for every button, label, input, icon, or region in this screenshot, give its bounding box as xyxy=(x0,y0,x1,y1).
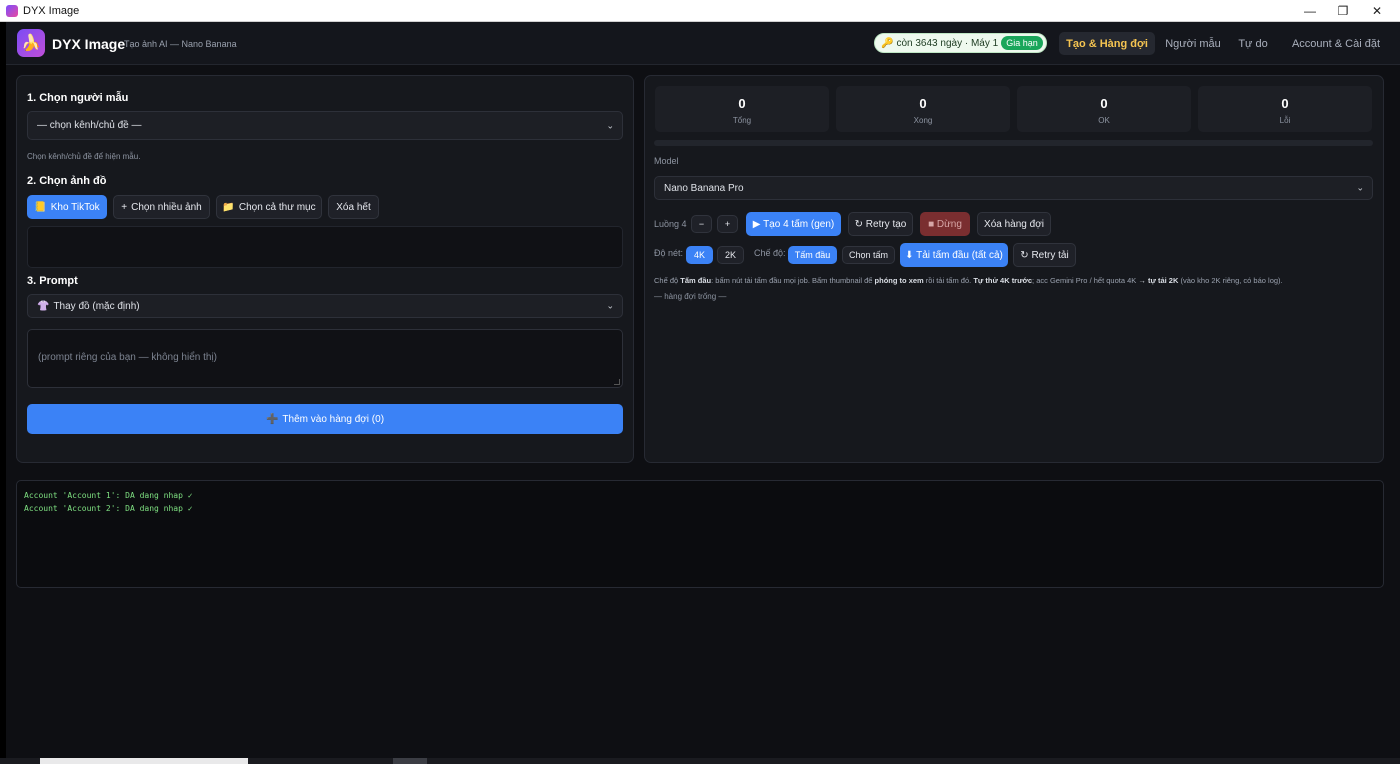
choose-folder-label: Chọn cả thư mục xyxy=(238,201,316,213)
section-choose-outfit-title: 2. Chọn ảnh đồ xyxy=(27,175,107,187)
resolution-label: Độ nét: xyxy=(654,248,684,258)
add-icon: ➕ xyxy=(265,413,279,425)
app-header: 🍌 DYX Image Tạo ảnh AI — Nano Banana 🔑 c… xyxy=(6,22,1400,65)
prompt-preset-value: Thay đồ (mặc định) xyxy=(53,300,140,312)
minimize-button[interactable]: — xyxy=(1293,0,1327,22)
stat-done-label: Xong xyxy=(913,116,933,125)
model-label: Model xyxy=(654,156,679,166)
stat-total: 0 Tổng xyxy=(655,86,829,132)
section-choose-model-title: 1. Chọn người mẫu xyxy=(27,92,129,104)
custom-prompt-textarea[interactable]: (prompt riêng của bạn — không hiển thị) xyxy=(27,329,623,388)
close-window-button[interactable]: ✕ xyxy=(1360,0,1394,22)
choose-multiple-images-button[interactable]: + Chọn nhiều ảnh xyxy=(113,195,210,219)
stat-done: 0 Xong xyxy=(836,86,1010,132)
stat-ok-label: OK xyxy=(1098,116,1110,125)
window-title: DYX Image xyxy=(23,4,80,17)
section-prompt-title: 3. Prompt xyxy=(27,275,78,287)
key-icon: 🔑 xyxy=(881,37,894,49)
decrease-threads-button[interactable]: − xyxy=(691,215,712,233)
selected-images-area[interactable] xyxy=(27,226,623,268)
tab-models[interactable]: Người mẫu xyxy=(1161,32,1225,55)
stat-error-value: 0 xyxy=(1281,96,1289,111)
app-icon xyxy=(6,4,18,17)
chevron-down-icon: ⌄ xyxy=(606,120,614,130)
log-line: Account 'Account 1': DA dang nhap ✓ xyxy=(24,491,193,500)
clear-all-button[interactable]: Xóa hết xyxy=(328,195,379,219)
window-titlebar: DYX Image — ❐ ✕ xyxy=(0,0,1400,22)
choose-folder-button[interactable]: 📁 Chọn cả thư mục xyxy=(216,195,322,219)
stat-ok: 0 OK xyxy=(1017,86,1191,132)
queue-empty-text: — hàng đợi trống — xyxy=(654,292,727,301)
model-channel-value: — chọn kênh/chủ đề — xyxy=(37,120,142,131)
stat-total-value: 0 xyxy=(738,96,746,111)
stat-total-label: Tổng xyxy=(732,116,752,125)
banana-logo-icon: 🍌 xyxy=(17,29,45,57)
mode-first-image-button[interactable]: Tấm đầu xyxy=(788,246,837,264)
mode-pick-image-button[interactable]: Chọn tấm xyxy=(842,246,895,264)
retry-generate-button[interactable]: ↻ Retry tạo xyxy=(848,212,913,236)
log-line: Account 'Account 2': DA dang nhap ✓ xyxy=(24,504,193,513)
chevron-down-icon: ⌄ xyxy=(1356,182,1364,193)
chevron-down-icon: ⌄ xyxy=(606,300,614,311)
folder-icon: 📁 xyxy=(222,201,235,213)
resolution-2k-button[interactable]: 2K xyxy=(717,246,744,264)
brand-name: DYX Image xyxy=(52,36,126,52)
restore-button[interactable]: ❐ xyxy=(1326,0,1360,22)
resolution-4k-button[interactable]: 4K xyxy=(686,246,713,264)
log-console[interactable]: Account 'Account 1': DA dang nhap ✓ Acco… xyxy=(16,480,1384,588)
stat-ok-value: 0 xyxy=(1100,96,1108,111)
taskbar-app-button[interactable] xyxy=(393,758,427,764)
license-text: còn 3643 ngày · Máy 1 xyxy=(896,37,999,49)
ai-model-value: Nano Banana Pro xyxy=(664,182,744,194)
increase-threads-button[interactable]: + xyxy=(717,215,738,233)
stat-error-label: Lỗi xyxy=(1279,116,1291,125)
window-frame xyxy=(0,22,6,764)
taskbar xyxy=(0,758,1400,764)
add-to-queue-label: Thêm vào hàng đợi (0) xyxy=(282,413,385,425)
renew-badge[interactable]: Gia hạn xyxy=(1001,36,1043,50)
ai-model-select[interactable]: Nano Banana Pro ⌄ xyxy=(654,176,1373,200)
resize-handle-icon[interactable] xyxy=(614,379,620,385)
license-status: 🔑 còn 3643 ngày · Máy 1 Gia hạn xyxy=(874,33,1047,53)
taskbar-search-box[interactable] xyxy=(40,758,248,764)
add-to-queue-button[interactable]: ➕ Thêm vào hàng đợi (0) xyxy=(27,404,623,434)
tab-account-settings[interactable]: Account & Cài đặt xyxy=(1284,32,1388,55)
notebook-icon: 📒 xyxy=(34,201,47,213)
queue-progress-bar xyxy=(654,140,1373,146)
tiktok-library-label: Kho TikTok xyxy=(50,201,100,213)
tab-freeform[interactable]: Tự do xyxy=(1232,32,1274,55)
model-hint: Chọn kênh/chủ đề để hiện mẫu. xyxy=(27,152,141,161)
retry-download-button[interactable]: ↻ Retry tải xyxy=(1013,243,1076,267)
stat-error: 0 Lỗi xyxy=(1198,86,1372,132)
prompt-preset-select[interactable]: 👚 Thay đồ (mặc định) ⌄ xyxy=(27,294,623,318)
custom-prompt-placeholder: (prompt riêng của bạn — không hiển thị) xyxy=(38,352,217,363)
model-channel-select[interactable]: — chọn kênh/chủ đề — ⌄ xyxy=(27,111,623,140)
stat-done-value: 0 xyxy=(919,96,927,111)
mode-label: Chế độ: xyxy=(754,248,786,258)
shirt-icon: 👚 xyxy=(37,300,50,312)
threads-label: Luồng 4 xyxy=(654,219,687,229)
tiktok-library-button[interactable]: 📒 Kho TikTok xyxy=(27,195,107,219)
plus-icon: + xyxy=(121,201,128,213)
clear-queue-button[interactable]: Xóa hàng đợi xyxy=(977,212,1051,236)
mode-help-note: Chế độ Tấm đầu: bấm nút tải tấm đầu mọi … xyxy=(654,276,1283,285)
choose-multiple-label: Chọn nhiều ảnh xyxy=(131,201,202,213)
queue-panel xyxy=(644,75,1384,463)
generate-button[interactable]: ▶ Tạo 4 tấm (gen) xyxy=(746,212,841,236)
brand-subtitle: Tạo ảnh AI — Nano Banana xyxy=(124,39,237,49)
tab-create-queue[interactable]: Tạo & Hàng đợi xyxy=(1059,32,1155,55)
stop-button[interactable]: ■ Dừng xyxy=(920,212,970,236)
download-first-images-button[interactable]: ⬇ Tải tấm đầu (tất cả) xyxy=(900,243,1008,267)
